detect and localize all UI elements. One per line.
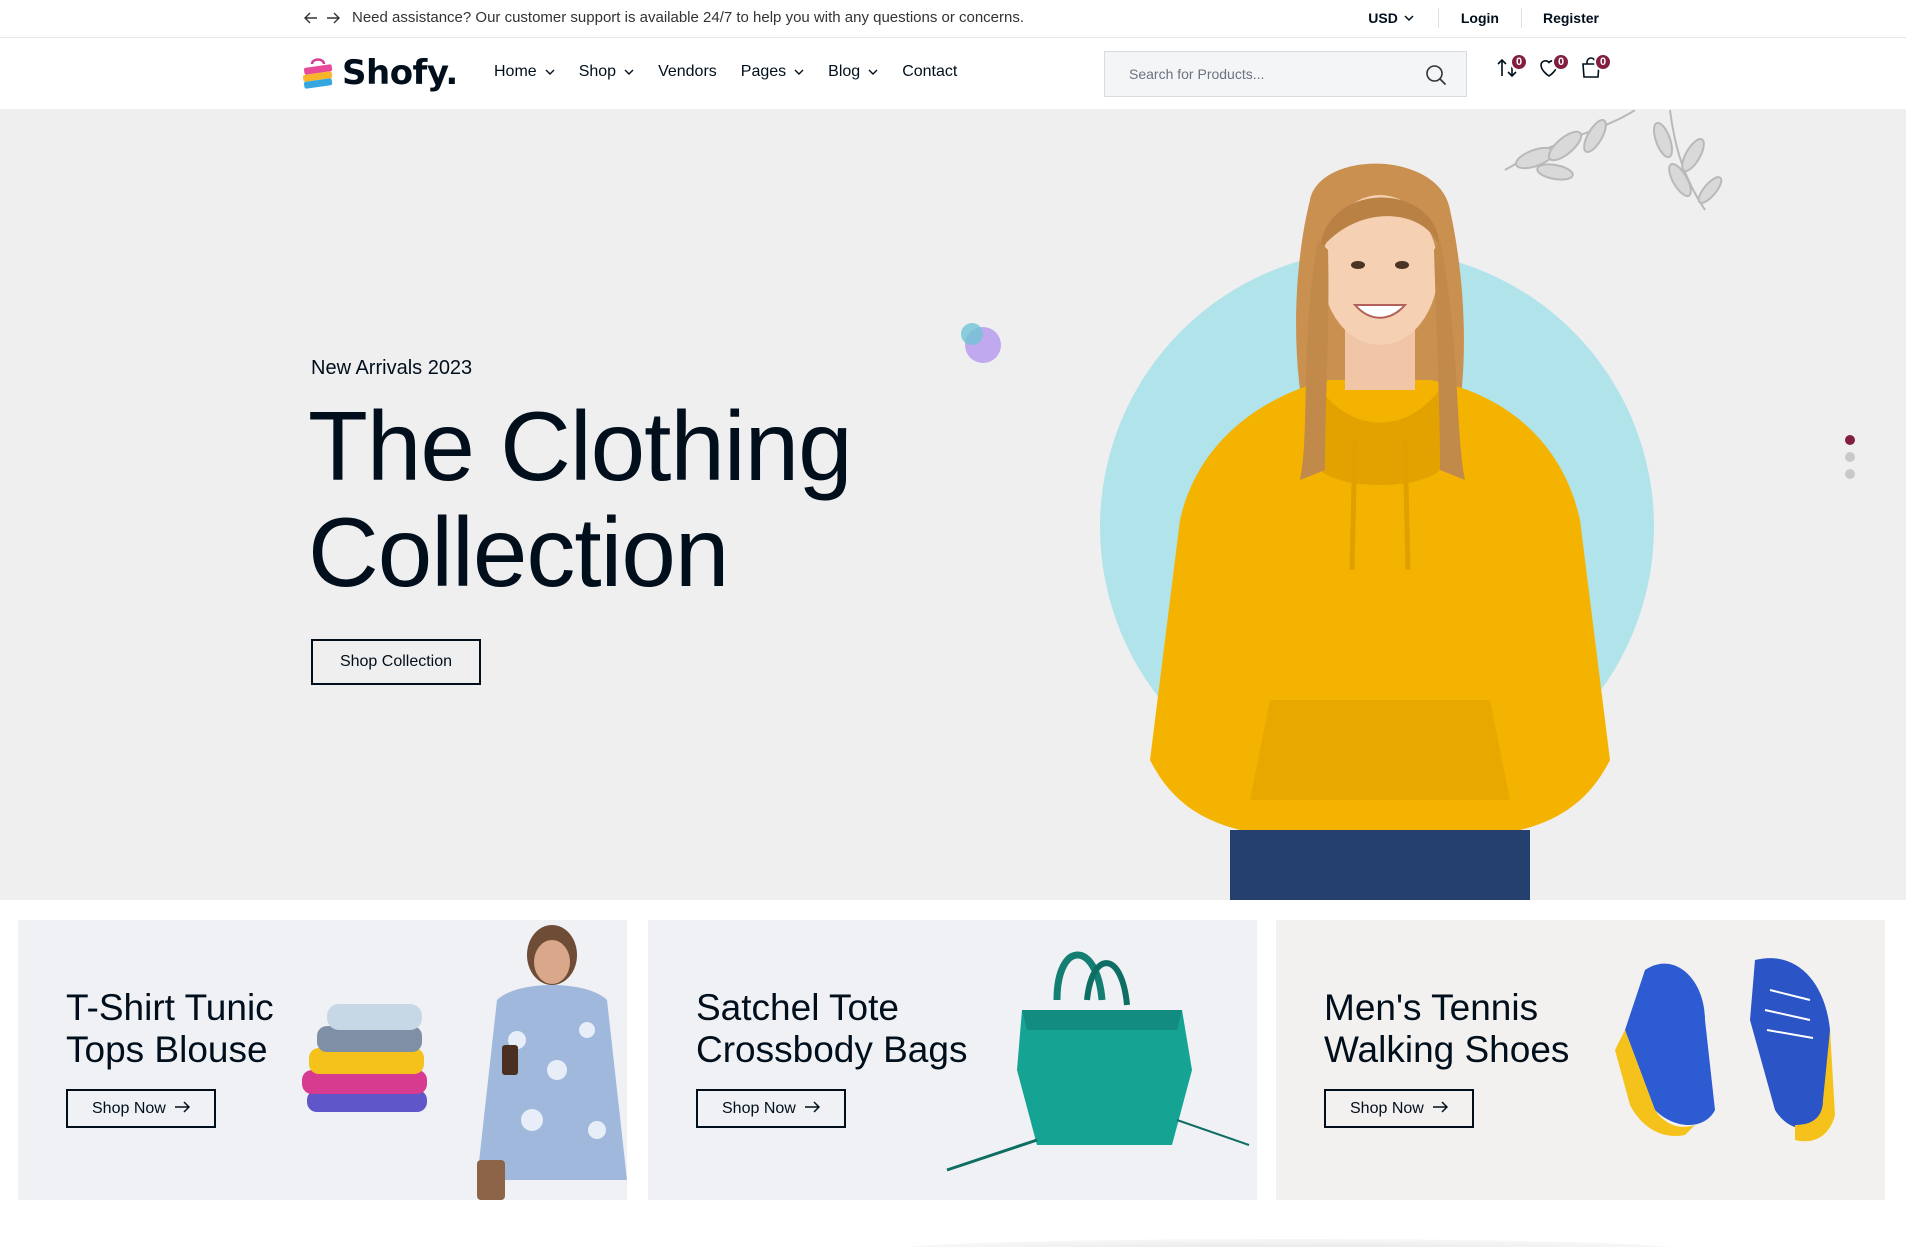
logo[interactable]: Shofy. — [302, 53, 458, 93]
shop-collection-button[interactable]: Shop Collection — [311, 639, 481, 685]
chevron-down-icon — [794, 69, 804, 75]
login-link[interactable]: Login — [1437, 8, 1521, 28]
arrow-right-icon — [174, 1100, 190, 1118]
hero-eyebrow: New Arrivals 2023 — [311, 357, 473, 379]
chevron-down-icon — [868, 69, 878, 75]
wishlist-count-badge: 0 — [1552, 53, 1570, 71]
nav-contact[interactable]: Contact — [902, 63, 957, 81]
button-label: Shop Now — [1350, 1099, 1424, 1117]
compare-button[interactable]: 0 — [1494, 53, 1528, 85]
nav-blog[interactable]: Blog — [828, 63, 878, 81]
topbar-actions: USD Login Register — [1354, 8, 1599, 28]
currency-selector[interactable]: USD — [1354, 8, 1438, 28]
currency-label: USD — [1368, 10, 1398, 26]
banner-tshirts[interactable]: T-Shirt Tunic Tops Blouse Shop Now — [18, 920, 627, 1200]
chevron-down-icon — [624, 69, 634, 75]
button-label: Shop Now — [92, 1099, 166, 1117]
nav-shop[interactable]: Shop — [579, 63, 634, 81]
nav-label: Pages — [740, 63, 787, 80]
decorative-bubble — [961, 323, 983, 345]
logo-bag-icon — [302, 56, 336, 90]
search-input[interactable] — [1105, 52, 1405, 96]
arrow-right-icon — [804, 1100, 820, 1118]
nav-label: Shop — [578, 63, 617, 80]
clothing-stack-image — [302, 925, 627, 1200]
chevron-down-icon — [1404, 15, 1414, 21]
shop-now-button[interactable]: Shop Now — [66, 1089, 216, 1128]
support-notice: Need assistance? Our customer support is… — [352, 9, 1025, 26]
banner-bags[interactable]: Satchel Tote Crossbody Bags Shop Now — [648, 920, 1257, 1200]
cart-button[interactable]: 0 — [1578, 53, 1612, 85]
shop-now-button[interactable]: Shop Now — [1324, 1089, 1474, 1128]
banner-shoes[interactable]: Men's Tennis Walking Shoes Shop Now — [1276, 920, 1885, 1200]
top-bar: Need assistance? Our customer support is… — [0, 0, 1906, 38]
header-actions: 0 0 0 — [1494, 53, 1612, 85]
nav-vendors[interactable]: Vendors — [658, 63, 717, 81]
tote-bag-image — [946, 951, 1250, 1172]
nav-label: Contact — [902, 63, 958, 80]
hero-title-line: Collection — [308, 497, 729, 607]
slider-dot[interactable] — [1845, 452, 1855, 462]
arrow-right-icon — [1432, 1100, 1448, 1118]
nav-home[interactable]: Home — [494, 63, 555, 81]
main-nav: Home Shop Vendors Pages Blog Contact — [494, 63, 981, 81]
next-arrow-icon[interactable] — [325, 9, 341, 27]
search-bar — [1104, 51, 1467, 97]
section-shadow — [900, 1239, 1680, 1247]
sneakers-image — [1615, 958, 1835, 1142]
wishlist-button[interactable]: 0 — [1536, 53, 1570, 85]
nav-label: Blog — [828, 63, 861, 80]
banner-title-line: Men's Tennis — [1324, 987, 1539, 1028]
hero-slider: New Arrivals 2023 The Clothing Collectio… — [0, 110, 1906, 900]
banner-title-line: Walking Shoes — [1324, 1029, 1570, 1070]
main-header: Shofy. Home Shop Vendors Pages Blog Cont… — [0, 39, 1906, 110]
nav-label: Home — [494, 63, 537, 80]
search-icon[interactable] — [1424, 63, 1448, 87]
hero-title-line: The Clothing — [308, 391, 853, 501]
nav-pages[interactable]: Pages — [741, 63, 804, 81]
nav-label: Vendors — [658, 63, 717, 80]
slider-pagination — [1845, 435, 1855, 479]
hero-title: The Clothing Collection — [308, 393, 1008, 605]
logo-text: Shofy. — [342, 53, 458, 93]
compare-count-badge: 0 — [1510, 53, 1528, 71]
register-link[interactable]: Register — [1520, 8, 1599, 28]
button-label: Shop Now — [722, 1099, 796, 1117]
banner-title: Men's Tennis Walking Shoes — [1324, 987, 1624, 1071]
cart-count-badge: 0 — [1594, 53, 1612, 71]
notice-arrows — [303, 9, 341, 27]
chevron-down-icon — [545, 69, 555, 75]
hero-model-image — [1150, 163, 1610, 900]
slider-dot[interactable] — [1845, 435, 1855, 445]
prev-arrow-icon[interactable] — [303, 9, 319, 27]
slider-dot[interactable] — [1845, 469, 1855, 479]
shop-now-button[interactable]: Shop Now — [696, 1089, 846, 1128]
